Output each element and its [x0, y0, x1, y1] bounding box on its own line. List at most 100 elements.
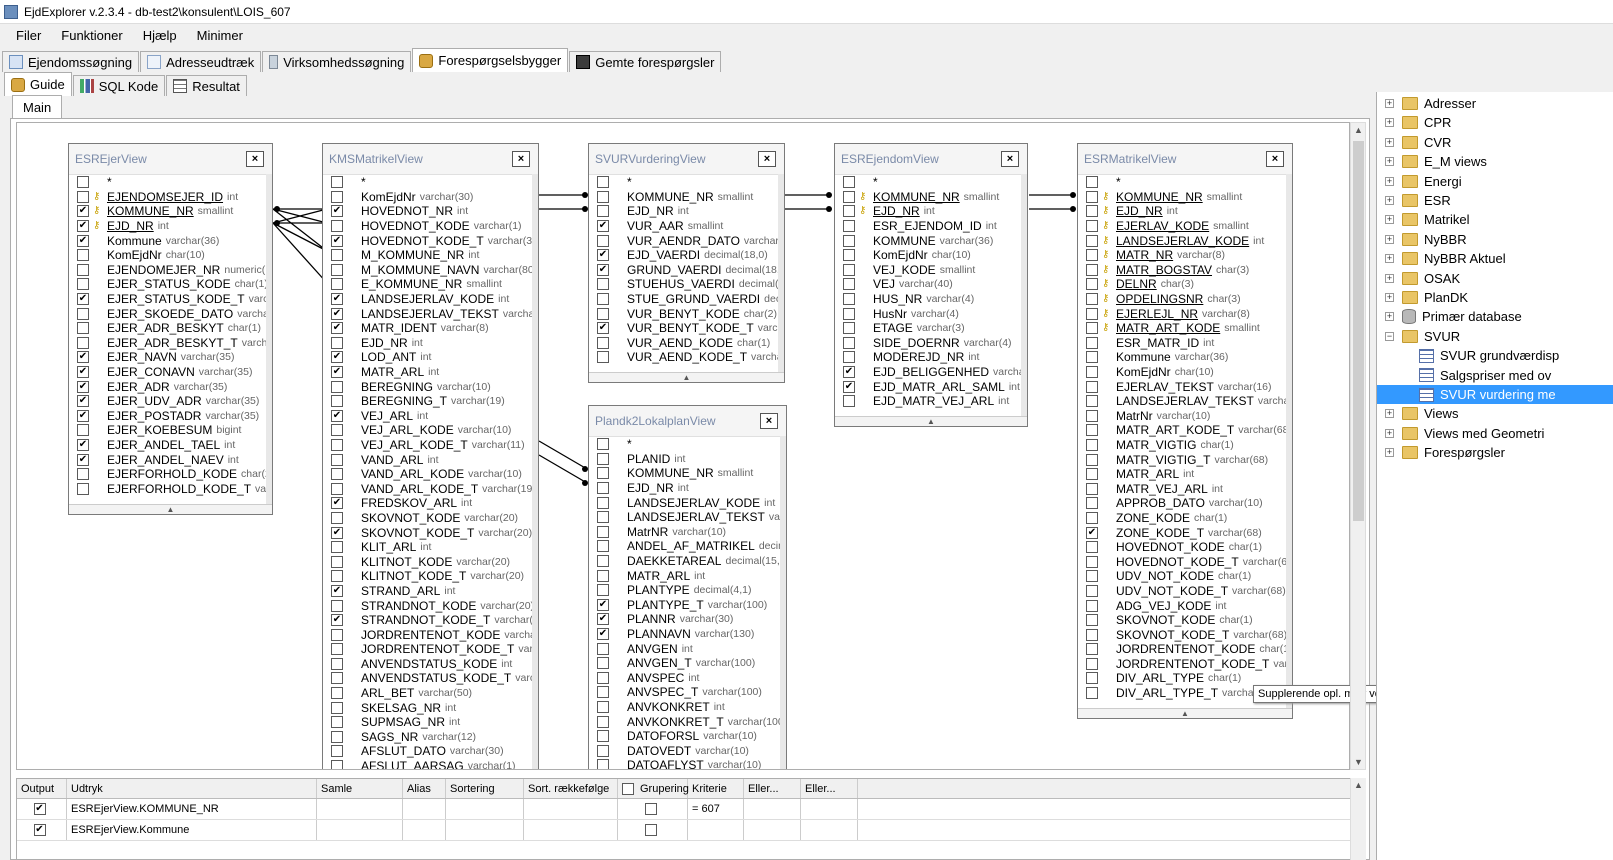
- field-row[interactable]: EJD_NR int: [323, 336, 538, 351]
- field-row[interactable]: GRUND_VAERDIdecimal(18,0): [589, 263, 784, 278]
- field-row[interactable]: HOVEDNOT_KODE_T varchar(68): [1078, 554, 1292, 569]
- field-row[interactable]: STRANDNOT_KODE_Tvarchar(20): [323, 613, 538, 628]
- field-row[interactable]: DIV_ARL_TYPE char(1): [1078, 671, 1292, 686]
- grupering-checkbox[interactable]: [644, 803, 657, 815]
- field-row[interactable]: KOMMUNE_NR smallint: [589, 466, 786, 481]
- field-checkbox[interactable]: [331, 278, 343, 291]
- expression-cell[interactable]: ESREjerView.Kommune: [67, 820, 317, 840]
- field-checkbox[interactable]: [331, 701, 343, 714]
- field-row[interactable]: KLITNOT_KODE_T varchar(20): [323, 569, 538, 584]
- field-row[interactable]: MATR_ARLint: [1078, 467, 1292, 482]
- field-checkbox[interactable]: [1086, 249, 1098, 262]
- field-checkbox[interactable]: [331, 409, 343, 422]
- table-header[interactable]: KMSMatrikelView ×: [323, 144, 538, 174]
- expand-icon[interactable]: +: [1385, 118, 1394, 128]
- field-checkbox[interactable]: [597, 293, 609, 306]
- field-checkbox[interactable]: [597, 205, 609, 218]
- field-checkbox[interactable]: [331, 351, 343, 364]
- field-row[interactable]: ⚷ MATR_NR varchar(8): [1078, 248, 1292, 263]
- field-checkbox[interactable]: [1086, 584, 1098, 597]
- field-row[interactable]: EJER_UDV_ADRvarchar(35): [69, 394, 272, 409]
- field-row[interactable]: PLANTYPE decimal(4,1): [589, 583, 786, 598]
- field-checkbox[interactable]: [77, 351, 89, 364]
- field-checkbox[interactable]: [331, 468, 343, 481]
- tree-node[interactable]: + Views: [1385, 404, 1458, 423]
- table-header[interactable]: Plandk2LokalplanView ×: [589, 406, 786, 436]
- field-checkbox[interactable]: [843, 234, 855, 247]
- field-row[interactable]: SKOVNOT_KODE varchar(20): [323, 511, 538, 526]
- field-row[interactable]: LANDSEJERLAV_TEKSTvarchar(4(: [1078, 394, 1292, 409]
- field-checkbox[interactable]: [1086, 366, 1098, 379]
- field-checkbox[interactable]: [1086, 205, 1098, 218]
- tab-guide[interactable]: Guide: [4, 72, 72, 96]
- field-checkbox[interactable]: [1086, 570, 1098, 583]
- field-row[interactable]: VAND_ARL_KODE_T varchar(19): [323, 481, 538, 496]
- field-row[interactable]: SKELSAG_NR int: [323, 700, 538, 715]
- field-checkbox[interactable]: [77, 190, 89, 203]
- tree-node[interactable]: + Views med Geometri: [1385, 424, 1544, 443]
- field-checkbox[interactable]: [77, 438, 89, 451]
- scroll-down-icon[interactable]: ▼: [1354, 757, 1363, 767]
- field-checkbox[interactable]: [331, 336, 343, 349]
- field-checkbox[interactable]: [1086, 541, 1098, 554]
- field-row[interactable]: HUS_NR varchar(4): [835, 292, 1027, 307]
- field-checkbox[interactable]: [843, 293, 855, 306]
- field-row[interactable]: *: [589, 175, 784, 190]
- field-row[interactable]: ⚷ KOMMUNE_NRsmallint: [1078, 190, 1292, 205]
- field-checkbox[interactable]: [843, 278, 855, 291]
- field-checkbox[interactable]: [1086, 468, 1098, 481]
- field-checkbox[interactable]: [597, 322, 609, 335]
- field-checkbox[interactable]: [1086, 190, 1098, 203]
- scroll-up-icon[interactable]: ▲: [1354, 780, 1363, 790]
- eller-cell[interactable]: [801, 799, 858, 819]
- col-samle[interactable]: Samle: [317, 779, 403, 798]
- field-checkbox[interactable]: [77, 424, 89, 437]
- field-row[interactable]: VAND_ARL_KODE varchar(10): [323, 467, 538, 482]
- table-header[interactable]: SVURVurderingView ×: [589, 144, 784, 174]
- tree-node[interactable]: SVUR vurdering me: [1377, 385, 1613, 404]
- table-row[interactable]: ESREjerView.KOMMUNE_NR = 607: [17, 799, 1365, 820]
- field-checkbox[interactable]: [597, 744, 609, 757]
- field-row[interactable]: SKOVNOT_KODE_Tvarchar(20): [323, 525, 538, 540]
- field-checkbox[interactable]: [597, 540, 609, 553]
- field-checkbox[interactable]: [1086, 438, 1098, 451]
- field-checkbox[interactable]: [331, 176, 343, 189]
- table-svurvurderingview[interactable]: SVURVurderingView × * KOMMUNE_NR smallint EJD…: [588, 143, 785, 383]
- expression-cell[interactable]: ESREjerView.KOMMUNE_NR: [67, 799, 317, 819]
- col-sortering[interactable]: Sortering: [446, 779, 524, 798]
- field-checkbox[interactable]: [331, 322, 343, 335]
- field-row[interactable]: ⚷ OPDELINGSNR char(3): [1078, 292, 1292, 307]
- field-checkbox[interactable]: [1086, 424, 1098, 437]
- field-row[interactable]: ⚷ EJD_NRint: [835, 204, 1027, 219]
- field-checkbox[interactable]: [843, 322, 855, 335]
- field-row[interactable]: MATR_IDENTvarchar(8): [323, 321, 538, 336]
- field-row[interactable]: ANVGEN_T varchar(100): [589, 656, 786, 671]
- field-checkbox[interactable]: [843, 205, 855, 218]
- expand-icon[interactable]: +: [1385, 273, 1394, 283]
- field-checkbox[interactable]: [597, 525, 609, 538]
- field-checkbox[interactable]: [331, 570, 343, 583]
- field-row[interactable]: AFSLUT_AARSAG varchar(1): [323, 759, 538, 769]
- table-kmsmatrikelview[interactable]: KMSMatrikelView×*KomEjdNrvarchar(30)HOVE…: [322, 143, 539, 769]
- field-row[interactable]: EJD_MATR_ARL_SAMLint: [835, 379, 1027, 394]
- field-row[interactable]: ⚷ EJD_NRint: [69, 219, 272, 234]
- field-checkbox[interactable]: [843, 307, 855, 320]
- field-checkbox[interactable]: [77, 409, 89, 422]
- field-row[interactable]: EJERFORHOLD_KODE char(2): [69, 467, 272, 482]
- field-checkbox[interactable]: [597, 234, 609, 247]
- field-row[interactable]: LANDSEJERLAV_TEKSTvarcha: [589, 510, 786, 525]
- table-header[interactable]: ESREjerView ×: [69, 144, 272, 174]
- field-checkbox[interactable]: [1086, 453, 1098, 466]
- field-checkbox[interactable]: [843, 351, 855, 364]
- field-checkbox[interactable]: [77, 234, 89, 247]
- sort-order-cell[interactable]: [524, 820, 618, 840]
- field-row[interactable]: DATOVEDT varchar(10): [589, 743, 786, 758]
- field-checkbox[interactable]: [843, 263, 855, 276]
- field-row[interactable]: UDV_NOT_KODE_T varchar(68): [1078, 584, 1292, 599]
- field-row[interactable]: DAEKKETAREAL decimal(15,2): [589, 554, 786, 569]
- field-row[interactable]: EJER_ADR_BESKYT_Tvarchar(6: [69, 336, 272, 351]
- field-row[interactable]: JORDRENTENOT_KODEvarchar(2(: [323, 627, 538, 642]
- tree-node[interactable]: + NyBBR Aktuel: [1385, 249, 1506, 268]
- field-checkbox[interactable]: [843, 190, 855, 203]
- field-checkbox[interactable]: [597, 249, 609, 262]
